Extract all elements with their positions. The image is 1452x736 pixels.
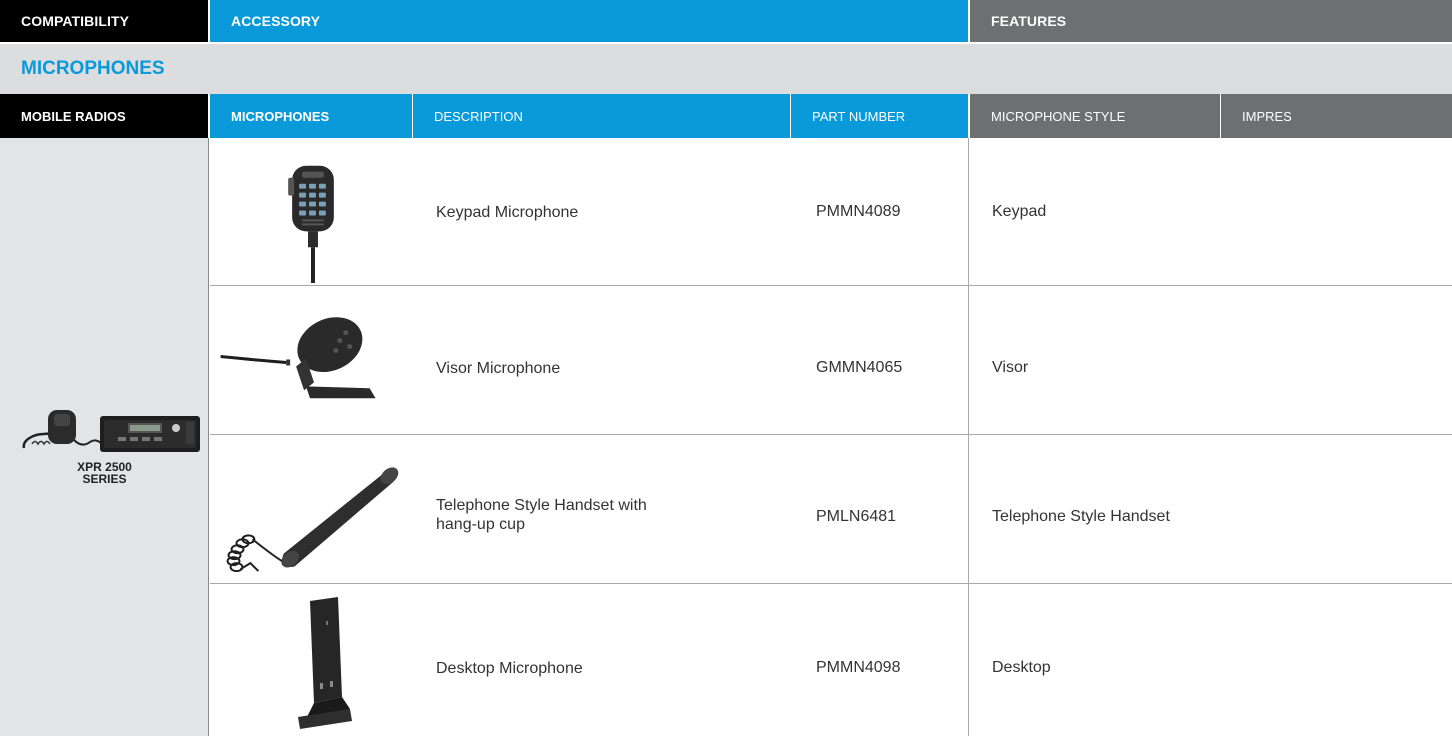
header-accessory: ACCESSORY [210,0,968,42]
telephone-handset-image [226,467,399,573]
header-compatibility: COMPATIBILITY [0,0,208,42]
table-row: Desktop Microphone PMMN4098 Desktop [210,585,1452,736]
section-title: MICROPHONES [0,44,1452,94]
row-description-line1: Telephone Style Handset with [436,497,647,514]
row-description: Visor Microphone [436,360,561,377]
row-part-number: PMMN4089 [816,203,901,220]
radio-series-line2: SERIES [82,472,127,486]
column-header-microphone-style: MICROPHONE STYLE [970,94,1220,138]
column-header-part-number: PART NUMBER [790,94,968,138]
row-description: Keypad Microphone [436,204,579,221]
table-row: Visor Microphone GMMN4065 Visor [210,287,1452,435]
row-description: Telephone Style Handset with hang-up cup [436,496,647,534]
row-microphone-style: Desktop [992,659,1051,676]
keypad-microphone-image [288,165,334,284]
column-header-description: DESCRIPTION [412,94,790,138]
column-header-mobile-radios: MOBILE RADIOS [0,94,208,138]
radio-series-label: XPR 2500 SERIES [0,461,209,485]
mobile-radio-image [22,410,200,452]
desktop-microphone-image [298,597,352,729]
row-part-number: GMMN4065 [816,359,903,376]
visor-microphone-image [220,317,376,399]
row-description-line2: hang-up cup [436,516,525,533]
row-microphone-style: Keypad [992,203,1047,220]
row-description: Desktop Microphone [436,660,583,677]
column-header-microphones: MICROPHONES [210,94,412,138]
header-features: FEATURES [970,0,1452,42]
column-header-impres: IMPRES [1220,94,1452,138]
table-row: Keypad Microphone PMMN4089 Keypad [210,138,1452,286]
features-divider [968,138,969,736]
compatibility-cell: XPR 2500 SERIES [0,138,209,736]
row-microphone-style: Telephone Style Handset [992,508,1170,525]
table-row: Telephone Style Handset with hang-up cup… [210,436,1452,584]
row-part-number: PMLN6481 [816,508,897,525]
accessory-catalog-page: COMPATIBILITY ACCESSORY FEATURES MICROPH… [0,0,1452,736]
row-part-number: PMMN4098 [816,659,901,676]
row-microphone-style: Visor [992,359,1029,376]
